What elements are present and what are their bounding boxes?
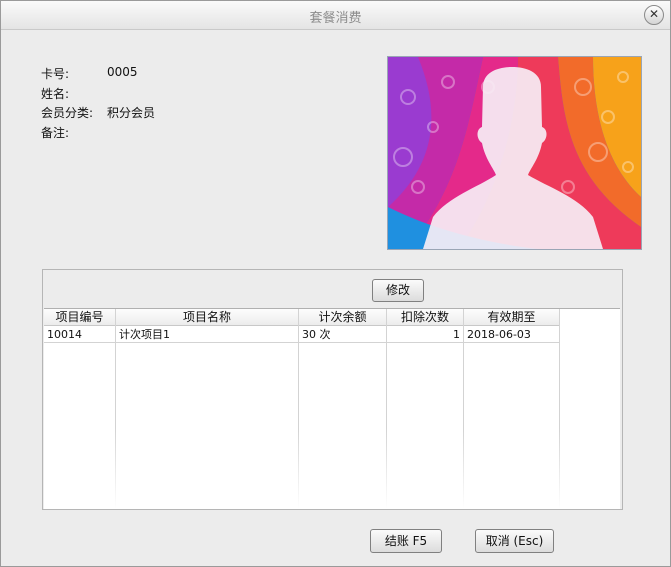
edit-button[interactable]: 修改: [372, 279, 424, 302]
note-label: 备注:: [41, 125, 70, 140]
cell-balance[interactable]: 30 次: [299, 326, 386, 343]
cell-expiry-date[interactable]: 2018-06-03: [464, 326, 559, 343]
member-category-label: 会员分类:: [41, 106, 94, 120]
name-label: 姓名:: [41, 86, 70, 101]
member-photo: [387, 56, 642, 250]
cell-item-code[interactable]: 10014: [44, 326, 115, 343]
card-number-value: 0005: [107, 65, 138, 79]
checkout-button[interactable]: 结账 F5: [370, 529, 442, 553]
column-header-deduct[interactable]: 扣除次数: [387, 309, 463, 326]
close-icon: ✕: [648, 7, 660, 21]
cancel-button[interactable]: 取消 (Esc): [475, 529, 554, 553]
member-category-value: 积分会员: [107, 106, 156, 120]
title-bar: 套餐消费 ✕: [1, 1, 670, 30]
package-items-panel: 修改 项目编号 项目名称 计次余额 扣除次数 有效期至 10014 计次项目1 …: [42, 269, 623, 510]
card-number-label: 卡号:: [41, 67, 70, 81]
user-silhouette-icon: [388, 57, 641, 249]
package-items-table[interactable]: 项目编号 项目名称 计次余额 扣除次数 有效期至 10014 计次项目1 30 …: [44, 308, 620, 509]
column-header-balance[interactable]: 计次余额: [299, 309, 386, 326]
window-title: 套餐消费: [309, 11, 362, 26]
cell-item-name[interactable]: 计次项目1: [116, 326, 298, 343]
column-divider: [559, 309, 560, 509]
column-header-name[interactable]: 项目名称: [116, 309, 298, 326]
package-consumption-dialog: 套餐消费 ✕ 卡号: 0005 姓名: 会员分类: 积分会员 备注: 修改 项目…: [0, 0, 671, 567]
cell-deduct-count[interactable]: 1: [387, 326, 463, 343]
column-header-expiry[interactable]: 有效期至: [464, 309, 559, 326]
column-header-code[interactable]: 项目编号: [44, 309, 115, 326]
close-button[interactable]: ✕: [644, 5, 664, 25]
